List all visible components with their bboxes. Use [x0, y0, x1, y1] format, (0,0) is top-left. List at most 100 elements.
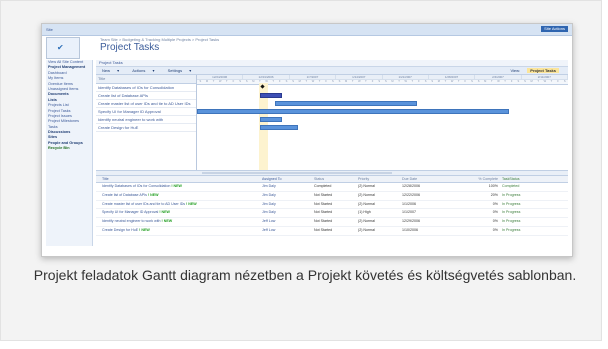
table-cell-assigned[interactable]: Jeff Low — [262, 227, 314, 235]
gantt-task-row[interactable]: Specify UI for Manager ID Approval — [96, 108, 196, 116]
gantt-day-label: S — [431, 80, 434, 83]
nav-item-project-management[interactable]: Project Management — [46, 65, 92, 70]
gantt-day-label: M — [344, 80, 348, 83]
cell-text: Jim Daly — [262, 201, 276, 206]
new-badge: ! NEW — [147, 192, 159, 197]
table-row[interactable]: Identify Databases of IOs for Consolidat… — [96, 183, 568, 192]
cell-text: 0% — [492, 201, 498, 206]
table-cell-taskstatus: In Progress — [502, 209, 552, 217]
table-row[interactable]: Specify UI for Manager ID Approval! NEW J… — [96, 209, 568, 219]
gantt-bar[interactable] — [275, 101, 417, 106]
gantt-day-label: W — [450, 80, 454, 83]
table-cell-priority: (2) Normal — [358, 183, 402, 191]
nav-item-recycle-bin[interactable]: Recycle Bin — [46, 146, 92, 151]
column-header[interactable]: Priority — [358, 176, 402, 182]
table-cell-assigned[interactable]: Jim Daly — [262, 209, 314, 217]
new-badge: ! NEW — [139, 227, 150, 232]
table-row[interactable]: Create master list of user IDs and tie t… — [96, 201, 568, 210]
gantt-day-label: F — [510, 80, 513, 83]
view-selector[interactable]: View: Project Tasks — [507, 67, 559, 74]
gantt-task-row[interactable]: Identify Databases of IOs for Consolidat… — [96, 84, 196, 92]
gantt-day-label: T — [504, 80, 506, 83]
new-menu[interactable]: New ▾ — [99, 68, 119, 73]
gantt-week-label: 1/14/2007 — [336, 75, 383, 79]
cell-text: Create master list of user IDs and tie t… — [102, 201, 186, 206]
table-row[interactable]: Create Design for HuE! NEW Jeff Low Not St… — [96, 227, 568, 236]
site-label[interactable]: Site — [46, 27, 53, 32]
cell-text: Jim Daly — [262, 210, 276, 215]
gantt-day-label: M — [391, 80, 394, 83]
table-cell-status: Not Started — [314, 209, 358, 217]
scrollbar-thumb[interactable] — [202, 172, 392, 174]
gantt-week-label: 1/28/2007 — [429, 75, 476, 79]
table-cell-title[interactable]: Create list of Database APIs! NEW — [102, 192, 262, 200]
gantt-task-row[interactable]: Create list of Database APIs — [96, 92, 196, 100]
gantt-day-label: S — [285, 80, 288, 83]
column-header[interactable]: Status — [314, 176, 358, 182]
gantt-task-row[interactable]: Create master list of user IDs and tie t… — [96, 100, 196, 108]
gantt-day-label: T — [537, 80, 539, 83]
gantt-day-label: T — [305, 80, 308, 83]
gantt-day-header: SMTWTFSSMTWTFSSMTWTFSSMTWTFSSMTWTFSSMTWT… — [197, 80, 568, 85]
gantt-bar[interactable] — [260, 125, 298, 130]
table-cell-title[interactable]: Identify neutral engineer to work with! … — [102, 218, 262, 226]
table-cell-status: Not Started — [314, 227, 358, 235]
table-cell-priority: (2) Normal — [358, 218, 402, 226]
cell-text: Create Design for HuE — [102, 227, 139, 232]
gantt-week-label: 1/21/2007 — [383, 75, 429, 79]
table-cell-due: 12/29/2006 — [402, 218, 460, 226]
table-cell-assigned[interactable]: Jim Daly — [262, 192, 314, 200]
gantt-day-label: S — [331, 80, 334, 83]
table-cell-assigned[interactable]: Jim Daly — [262, 183, 314, 191]
gantt-day-label: T — [226, 80, 228, 83]
gantt-day-label: T — [272, 80, 274, 83]
gantt-task-row[interactable]: Identify neutral engineer to work with — [96, 116, 196, 124]
cell-text: Jim Daly — [262, 184, 276, 188]
gantt-day-label: W — [311, 80, 315, 83]
gantt-day-label: S — [199, 80, 202, 83]
cell-text: Identify neutral engineer to work with — [102, 219, 161, 224]
gantt-day-label: T — [444, 80, 447, 83]
table-cell-title[interactable]: Specify UI for Manager ID Approval! NEW — [102, 209, 262, 217]
settings-menu[interactable]: Settings ▾ — [165, 68, 192, 73]
gantt-week-label: 1/7/2007 — [290, 75, 337, 79]
table-cell-title[interactable]: Create Design for HuE! NEW — [102, 227, 262, 235]
cell-text: 0% — [492, 227, 498, 232]
gantt-bar[interactable] — [260, 93, 282, 98]
actions-menu[interactable]: Actions ▾ — [129, 68, 154, 73]
gantt-timeline: 12/24/2006 12/31/2006 1/7/2007 1/14/2007 1/2… — [197, 75, 568, 170]
gantt-day-label: M — [484, 80, 487, 83]
gantt-day-label: W — [404, 80, 407, 83]
column-header[interactable]: Due Date — [402, 176, 460, 182]
view-selector-value: Project Tasks — [527, 68, 559, 73]
cell-text: 12/29/2006 — [402, 219, 420, 224]
cell-text: 1/1/2007 — [402, 210, 416, 215]
column-header[interactable]: Title — [102, 176, 262, 182]
cell-text: 1/1/2006 — [402, 201, 416, 206]
gantt-task-list: Title Identify Databases of IOs for Cons… — [96, 75, 197, 170]
column-header[interactable]: % Complete — [460, 176, 502, 182]
table-cell-title[interactable]: Identify Databases of IOs for Consolidat… — [102, 183, 262, 191]
figure-frame: Site Site Actions ✔ Team Site > Budgetin… — [0, 0, 602, 341]
gantt-day-label: M — [530, 80, 533, 83]
gantt-day-label: F — [418, 80, 420, 83]
table-row[interactable]: Create list of Database APIs! NEW Jim Dal… — [96, 192, 568, 201]
gantt-week-label: 2/4/2007 — [475, 75, 522, 79]
cell-text: 100% — [488, 184, 498, 188]
gantt-day-label: M — [437, 80, 440, 83]
column-header[interactable]: TaskStatus — [502, 176, 552, 182]
table-cell-title[interactable]: Create master list of user IDs and tie t… — [102, 201, 262, 209]
column-header[interactable]: Assigned To — [262, 176, 314, 182]
cell-text: 1/10/2006 — [402, 227, 418, 232]
gantt-bar[interactable] — [260, 117, 282, 122]
gantt-day-label: S — [563, 80, 566, 83]
view-tab[interactable]: Project Tasks — [96, 60, 568, 67]
site-logo: ✔ — [46, 37, 80, 59]
table-cell-assigned[interactable]: Jeff Low — [262, 218, 314, 226]
table-cell-assigned[interactable]: Jim Daly — [262, 201, 314, 209]
gantt-bar[interactable] — [197, 109, 509, 114]
gantt-task-row[interactable]: Create Design for HuE — [96, 124, 196, 132]
table-row[interactable]: Identify neutral engineer to work with! … — [96, 218, 568, 227]
gantt-day-label: S — [471, 80, 473, 83]
site-actions-button[interactable]: Site Actions — [541, 26, 568, 32]
